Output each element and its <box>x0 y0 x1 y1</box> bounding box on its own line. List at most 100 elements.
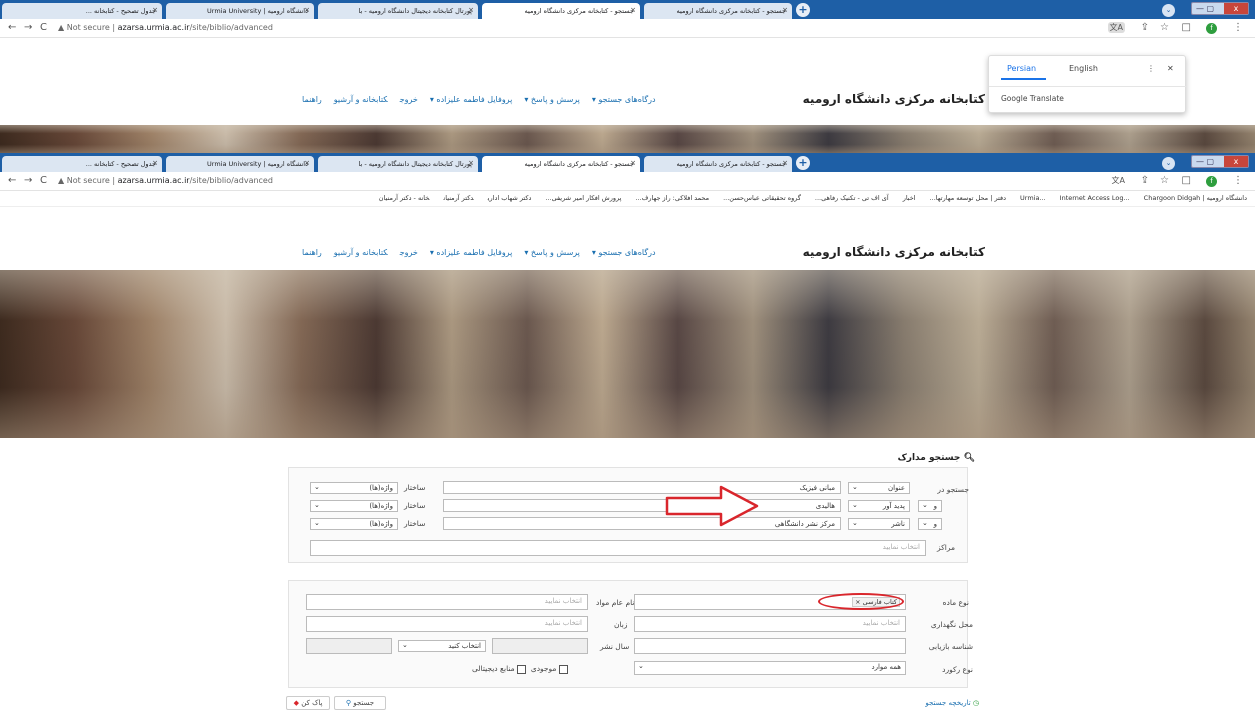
menu-icon[interactable]: ⋮ <box>1233 22 1243 33</box>
tab-3[interactable]: پورتال کتابخانه دیجیتال دانشگاه ارومیه -… <box>318 156 478 172</box>
close-icon[interactable]: × <box>152 159 158 167</box>
menu-icon[interactable]: ⋮ <box>1233 175 1243 186</box>
url-field[interactable]: ▲ Not secure | azarsa.urmia.ac.ir/site/b… <box>58 23 273 32</box>
sidepanel-icon[interactable]: □ <box>1182 22 1191 33</box>
bookmark-item[interactable]: خانه - دکتر آرمنیان <box>379 194 430 202</box>
forward-icon[interactable]: → <box>24 175 32 186</box>
bookmark-item[interactable]: پرورش افکار امیر شریفی... <box>545 194 621 202</box>
bookmark-item[interactable]: دانشگاه ارومیه | Urmia... <box>1020 194 1247 202</box>
bookmark-item[interactable]: Chargoon Didgah <box>1144 194 1201 202</box>
tab-3[interactable]: پورتال کتابخانه دیجیتال دانشگاه ارومیه -… <box>318 3 478 19</box>
back-icon[interactable]: ← <box>8 175 16 186</box>
structure-select[interactable]: واژه(ها) ⌄ <box>310 518 398 530</box>
operator-select[interactable]: و ⌄ <box>918 500 942 512</box>
reload-icon[interactable]: C <box>40 175 47 186</box>
back-icon[interactable]: ← <box>8 22 16 33</box>
bookmark-item[interactable]: گروه تحقیقاتی عباس‌حسن... <box>723 194 801 202</box>
menu-qa[interactable]: پرسش و پاسخ ▾ <box>524 95 580 104</box>
options-icon[interactable]: ⋮ <box>1147 64 1155 73</box>
tab-2[interactable]: دانشگاه ارومیه | Urmia University × <box>166 3 314 19</box>
location-input[interactable]: انتخاب نمایید <box>634 616 906 632</box>
tab-2[interactable]: دانشگاه ارومیه | Urmia University × <box>166 156 314 172</box>
minimize-icon[interactable]: — ▢ <box>1196 4 1214 13</box>
share-icon[interactable]: ⇪ <box>1141 175 1149 186</box>
window-controls[interactable]: — ▢ x <box>1191 2 1249 15</box>
field-select[interactable]: پدید آور ⌄ <box>848 500 910 512</box>
operator-select[interactable]: و ⌄ <box>918 518 942 530</box>
close-icon[interactable]: ✕ <box>1167 64 1174 73</box>
search-term-input[interactable]: مبانی فیزیک <box>443 481 841 494</box>
general-material-input[interactable]: انتخاب نمایید <box>306 594 588 610</box>
menu-library-archive[interactable]: کتابخانه و آرشیو <box>334 248 388 257</box>
window-controls[interactable]: — ▢ x <box>1191 155 1249 168</box>
structure-select[interactable]: واژه(ها) ⌄ <box>310 482 398 494</box>
star-icon[interactable]: ☆ <box>1160 22 1169 33</box>
bookmark-item[interactable]: دکتر شهاب اداری <box>488 194 532 202</box>
close-icon[interactable]: × <box>630 159 636 167</box>
tab-4[interactable]: جستجو - کتابخانه مرکزی دانشگاه ارومیه × <box>482 156 640 172</box>
bookmark-item[interactable]: آی اف تی - تکنیک رفاهی... <box>815 194 889 202</box>
bookmark-item[interactable]: اخبار <box>903 194 916 202</box>
close-icon[interactable]: × <box>782 6 788 14</box>
bookmark-item[interactable]: Internet Access Log... <box>1060 194 1130 202</box>
menu-search-portals[interactable]: درگاه‌های جستجو ▾ <box>592 248 656 257</box>
available-checkbox[interactable] <box>558 664 568 674</box>
star-icon[interactable]: ☆ <box>1160 175 1169 186</box>
close-icon[interactable]: × <box>468 159 474 167</box>
search-term-input[interactable]: مرکز نشر دانشگاهی <box>443 517 841 530</box>
retrieval-id-input[interactable] <box>634 638 906 654</box>
menu-library-archive[interactable]: کتابخانه و آرشیو <box>334 95 388 104</box>
menu-help[interactable]: راهنما <box>302 95 322 104</box>
tab-1[interactable]: جدول تصحیح - کتابخانه ... × <box>2 156 162 172</box>
search-term-input[interactable]: هالیدی <box>443 499 841 512</box>
clear-button[interactable]: پاک کن ◆ <box>286 696 330 710</box>
menu-logout[interactable]: خروج <box>400 248 418 257</box>
menu-qa[interactable]: پرسش و پاسخ ▾ <box>524 248 580 257</box>
avatar[interactable]: f <box>1206 23 1217 34</box>
menu-help[interactable]: راهنما <box>302 248 322 257</box>
pub-year-input[interactable] <box>492 638 588 654</box>
search-button[interactable]: جستجو ⚲ <box>334 696 386 710</box>
menu-search-portals[interactable]: درگاه‌های جستجو ▾ <box>592 95 656 104</box>
digital-checkbox[interactable] <box>517 664 527 674</box>
chevron-down-icon[interactable]: ⌄ <box>1162 157 1175 170</box>
pub-year-input-2[interactable] <box>306 638 392 654</box>
tab-5[interactable]: جستجو - کتابخانه مرکزی دانشگاه ارومیه × <box>644 156 792 172</box>
close-window-icon[interactable]: x <box>1224 156 1248 167</box>
close-icon[interactable]: × <box>630 6 636 14</box>
bookmark-item[interactable]: محمد افلاکی: راز جهارف... <box>635 194 709 202</box>
translate-icon[interactable]: 文A <box>1112 175 1125 186</box>
menu-profile[interactable]: پروفایل فاطمه علیزاده ▾ <box>430 95 512 104</box>
minimize-icon[interactable]: — ▢ <box>1196 157 1214 166</box>
structure-select[interactable]: واژه(ها) ⌄ <box>310 500 398 512</box>
close-icon[interactable]: × <box>304 159 310 167</box>
close-icon[interactable]: × <box>152 6 158 14</box>
url-field[interactable]: ▲ Not secure | azarsa.urmia.ac.ir/site/b… <box>58 176 273 185</box>
share-icon[interactable]: ⇪ <box>1141 22 1149 33</box>
avatar[interactable]: f <box>1206 176 1217 187</box>
close-window-icon[interactable]: x <box>1224 3 1248 14</box>
language-input[interactable]: انتخاب نمایید <box>306 616 588 632</box>
tab-english[interactable]: English <box>1069 64 1098 73</box>
close-icon[interactable]: × <box>782 159 788 167</box>
menu-logout[interactable]: خروج <box>400 95 418 104</box>
close-icon[interactable]: × <box>468 6 474 14</box>
new-tab-button[interactable]: + <box>796 156 810 170</box>
close-icon[interactable]: × <box>304 6 310 14</box>
centers-input[interactable]: انتخاب نمایید <box>310 540 926 556</box>
reload-icon[interactable]: C <box>40 22 47 33</box>
new-tab-button[interactable]: + <box>796 3 810 17</box>
translate-icon[interactable]: 文A <box>1107 22 1125 33</box>
bookmark-item[interactable]: دکتر آرمنیان <box>443 194 473 202</box>
tab-1[interactable]: جدول تصحیح - کتابخانه ... × <box>2 3 162 19</box>
bookmark-item[interactable]: دفتر | محل توسعه مهارتها... <box>930 194 1006 202</box>
chevron-down-icon[interactable]: ⌄ <box>1162 4 1175 17</box>
record-type-select[interactable]: همه موارد ⌄ <box>634 661 906 675</box>
tab-persian[interactable]: Persian <box>1007 64 1036 73</box>
pub-year-op-select[interactable]: انتخاب کنید ⌄ <box>398 640 486 652</box>
sidepanel-icon[interactable]: □ <box>1182 175 1191 186</box>
tab-4[interactable]: جستجو - کتابخانه مرکزی دانشگاه ارومیه × <box>482 3 640 19</box>
field-select[interactable]: عنوان ⌄ <box>848 482 910 494</box>
forward-icon[interactable]: → <box>24 22 32 33</box>
field-select[interactable]: ناشر ⌄ <box>848 518 910 530</box>
